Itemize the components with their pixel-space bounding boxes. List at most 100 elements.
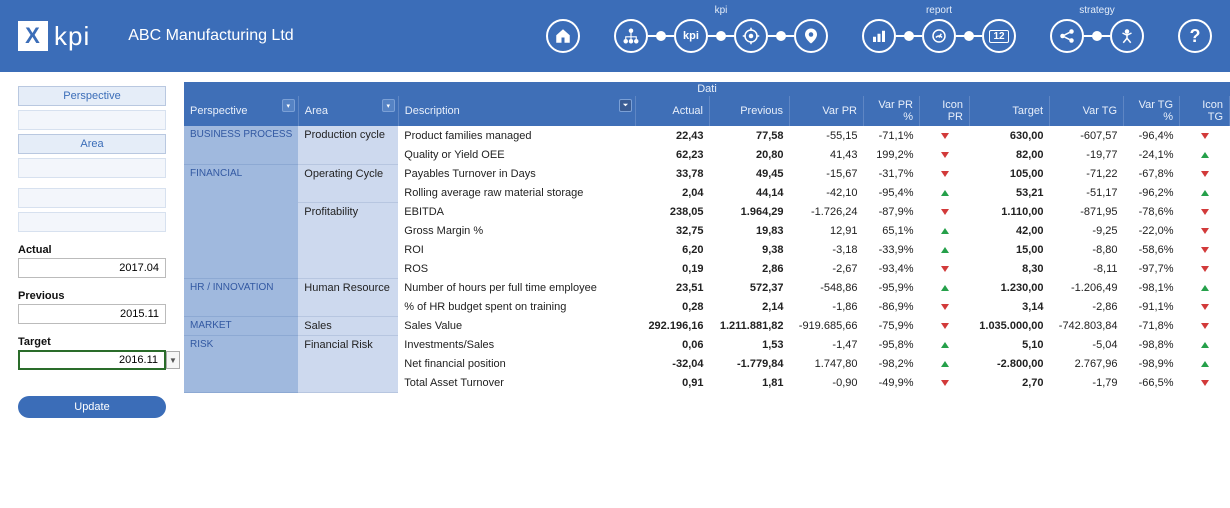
- col-var-pr[interactable]: Var PR: [790, 96, 864, 126]
- cell-var-tg-pct: -96,2%: [1124, 183, 1180, 202]
- dropdown-icon[interactable]: ▼: [166, 351, 180, 369]
- arrow-up-icon: [1201, 152, 1209, 158]
- filter-icon[interactable]: ▾: [382, 99, 395, 112]
- cell-area: Production cycle: [298, 126, 398, 164]
- cell-previous: 1,53: [710, 335, 790, 354]
- cell-description: EBITDA: [398, 202, 635, 221]
- cell-actual: 238,05: [636, 202, 710, 221]
- cell-icon-pr: [920, 240, 970, 259]
- col-area[interactable]: Area▾: [298, 96, 398, 126]
- table-row: BUSINESS PROCESSProduction cycleProduct …: [184, 126, 1230, 145]
- cell-icon-tg: [1180, 240, 1230, 259]
- extra-filter-2[interactable]: [18, 212, 166, 232]
- cell-perspective: BUSINESS PROCESS: [184, 126, 298, 164]
- cell-perspective: MARKET: [184, 316, 298, 335]
- arrow-down-icon: [1201, 209, 1209, 215]
- cell-icon-tg: [1180, 259, 1230, 278]
- col-target[interactable]: Target: [970, 96, 1050, 126]
- cell-var-pr: -2,67: [790, 259, 864, 278]
- previous-input[interactable]: 2015.11: [18, 304, 166, 324]
- cell-var-pr: -0,90: [790, 373, 864, 392]
- table-row: FINANCIALOperating CyclePayables Turnove…: [184, 164, 1230, 183]
- cell-description: Investments/Sales: [398, 335, 635, 354]
- nav-label-report: report: [926, 5, 952, 16]
- cell-icon-tg: [1180, 316, 1230, 335]
- cell-actual: 33,78: [636, 164, 710, 183]
- cell-description: Net financial position: [398, 354, 635, 373]
- cell-perspective: RISK: [184, 335, 298, 392]
- kpi-button[interactable]: kpi: [674, 19, 708, 53]
- cell-var-pr-pct: -31,7%: [864, 164, 920, 183]
- cell-var-tg-pct: -98,9%: [1124, 354, 1180, 373]
- cell-target: 105,00: [970, 164, 1050, 183]
- cell-icon-tg: [1180, 297, 1230, 316]
- arrow-up-icon: [1201, 342, 1209, 348]
- gauge-button[interactable]: [922, 19, 956, 53]
- cell-icon-pr: [920, 183, 970, 202]
- col-perspective[interactable]: Perspective▾: [184, 96, 298, 126]
- cell-actual: 292.196,16: [636, 316, 710, 335]
- filter-active-icon[interactable]: ⏷: [619, 99, 632, 112]
- col-previous[interactable]: Previous: [710, 96, 790, 126]
- update-button[interactable]: Update: [18, 396, 166, 418]
- cell-var-tg: -1,79: [1050, 373, 1124, 392]
- col-var-tg[interactable]: Var TG: [1050, 96, 1124, 126]
- extra-filter-1[interactable]: [18, 188, 166, 208]
- person-button[interactable]: [1110, 19, 1144, 53]
- cell-var-pr-pct: -86,9%: [864, 297, 920, 316]
- cell-target: 630,00: [970, 126, 1050, 145]
- cell-perspective: FINANCIAL: [184, 164, 298, 278]
- col-var-pr-pct[interactable]: Var PR %: [864, 96, 920, 126]
- col-icon-tg[interactable]: Icon TG: [1180, 96, 1230, 126]
- table-row: ProfitabilityEBITDA238,051.964,29-1.726,…: [184, 202, 1230, 221]
- cell-var-tg: -2,86: [1050, 297, 1124, 316]
- share-button[interactable]: [1050, 19, 1084, 53]
- cell-icon-pr: [920, 259, 970, 278]
- cell-icon-pr: [920, 278, 970, 297]
- area-filter[interactable]: [18, 158, 166, 178]
- arrow-up-icon: [941, 247, 949, 253]
- cell-previous: 9,38: [710, 240, 790, 259]
- cell-var-pr-pct: -95,4%: [864, 183, 920, 202]
- target-button[interactable]: [734, 19, 768, 53]
- arrow-down-icon: [941, 380, 949, 386]
- cell-var-tg-pct: -78,6%: [1124, 202, 1180, 221]
- col-actual[interactable]: Actual: [636, 96, 710, 126]
- cell-var-tg: -8,80: [1050, 240, 1124, 259]
- arrow-up-icon: [1201, 190, 1209, 196]
- arrow-down-icon: [1201, 323, 1209, 329]
- perspective-filter[interactable]: [18, 110, 166, 130]
- cell-var-tg: -19,77: [1050, 145, 1124, 164]
- cell-icon-pr: [920, 373, 970, 392]
- cell-target: 42,00: [970, 221, 1050, 240]
- col-description[interactable]: Description⏷: [398, 96, 635, 126]
- col-icon-pr[interactable]: Icon PR: [920, 96, 970, 126]
- calendar-button[interactable]: 12: [982, 19, 1016, 53]
- arrow-up-icon: [941, 190, 949, 196]
- cell-icon-tg: [1180, 354, 1230, 373]
- perspective-label: Perspective: [18, 86, 166, 106]
- chart-button[interactable]: [862, 19, 896, 53]
- cell-actual: 2,04: [636, 183, 710, 202]
- col-var-tg-pct[interactable]: Var TG %: [1124, 96, 1180, 126]
- help-button[interactable]: ?: [1178, 19, 1212, 53]
- cell-target: 8,30: [970, 259, 1050, 278]
- home-button[interactable]: [546, 19, 580, 53]
- cell-previous: 2,86: [710, 259, 790, 278]
- table-title: Dati: [184, 82, 1230, 96]
- hierarchy-button[interactable]: [614, 19, 648, 53]
- cell-var-pr: 1.747,80: [790, 354, 864, 373]
- arrow-down-icon: [1201, 133, 1209, 139]
- arrow-down-icon: [941, 133, 949, 139]
- cell-var-tg-pct: -24,1%: [1124, 145, 1180, 164]
- actual-label: Actual: [18, 244, 166, 256]
- cell-previous: 19,83: [710, 221, 790, 240]
- location-button[interactable]: [794, 19, 828, 53]
- cell-target: 1.230,00: [970, 278, 1050, 297]
- filter-icon[interactable]: ▾: [282, 99, 295, 112]
- target-input[interactable]: 2016.11 ▼: [18, 350, 166, 370]
- cell-icon-tg: [1180, 221, 1230, 240]
- actual-input[interactable]: 2017.04: [18, 258, 166, 278]
- nav-label-kpi: kpi: [715, 5, 728, 16]
- cell-actual: -32,04: [636, 354, 710, 373]
